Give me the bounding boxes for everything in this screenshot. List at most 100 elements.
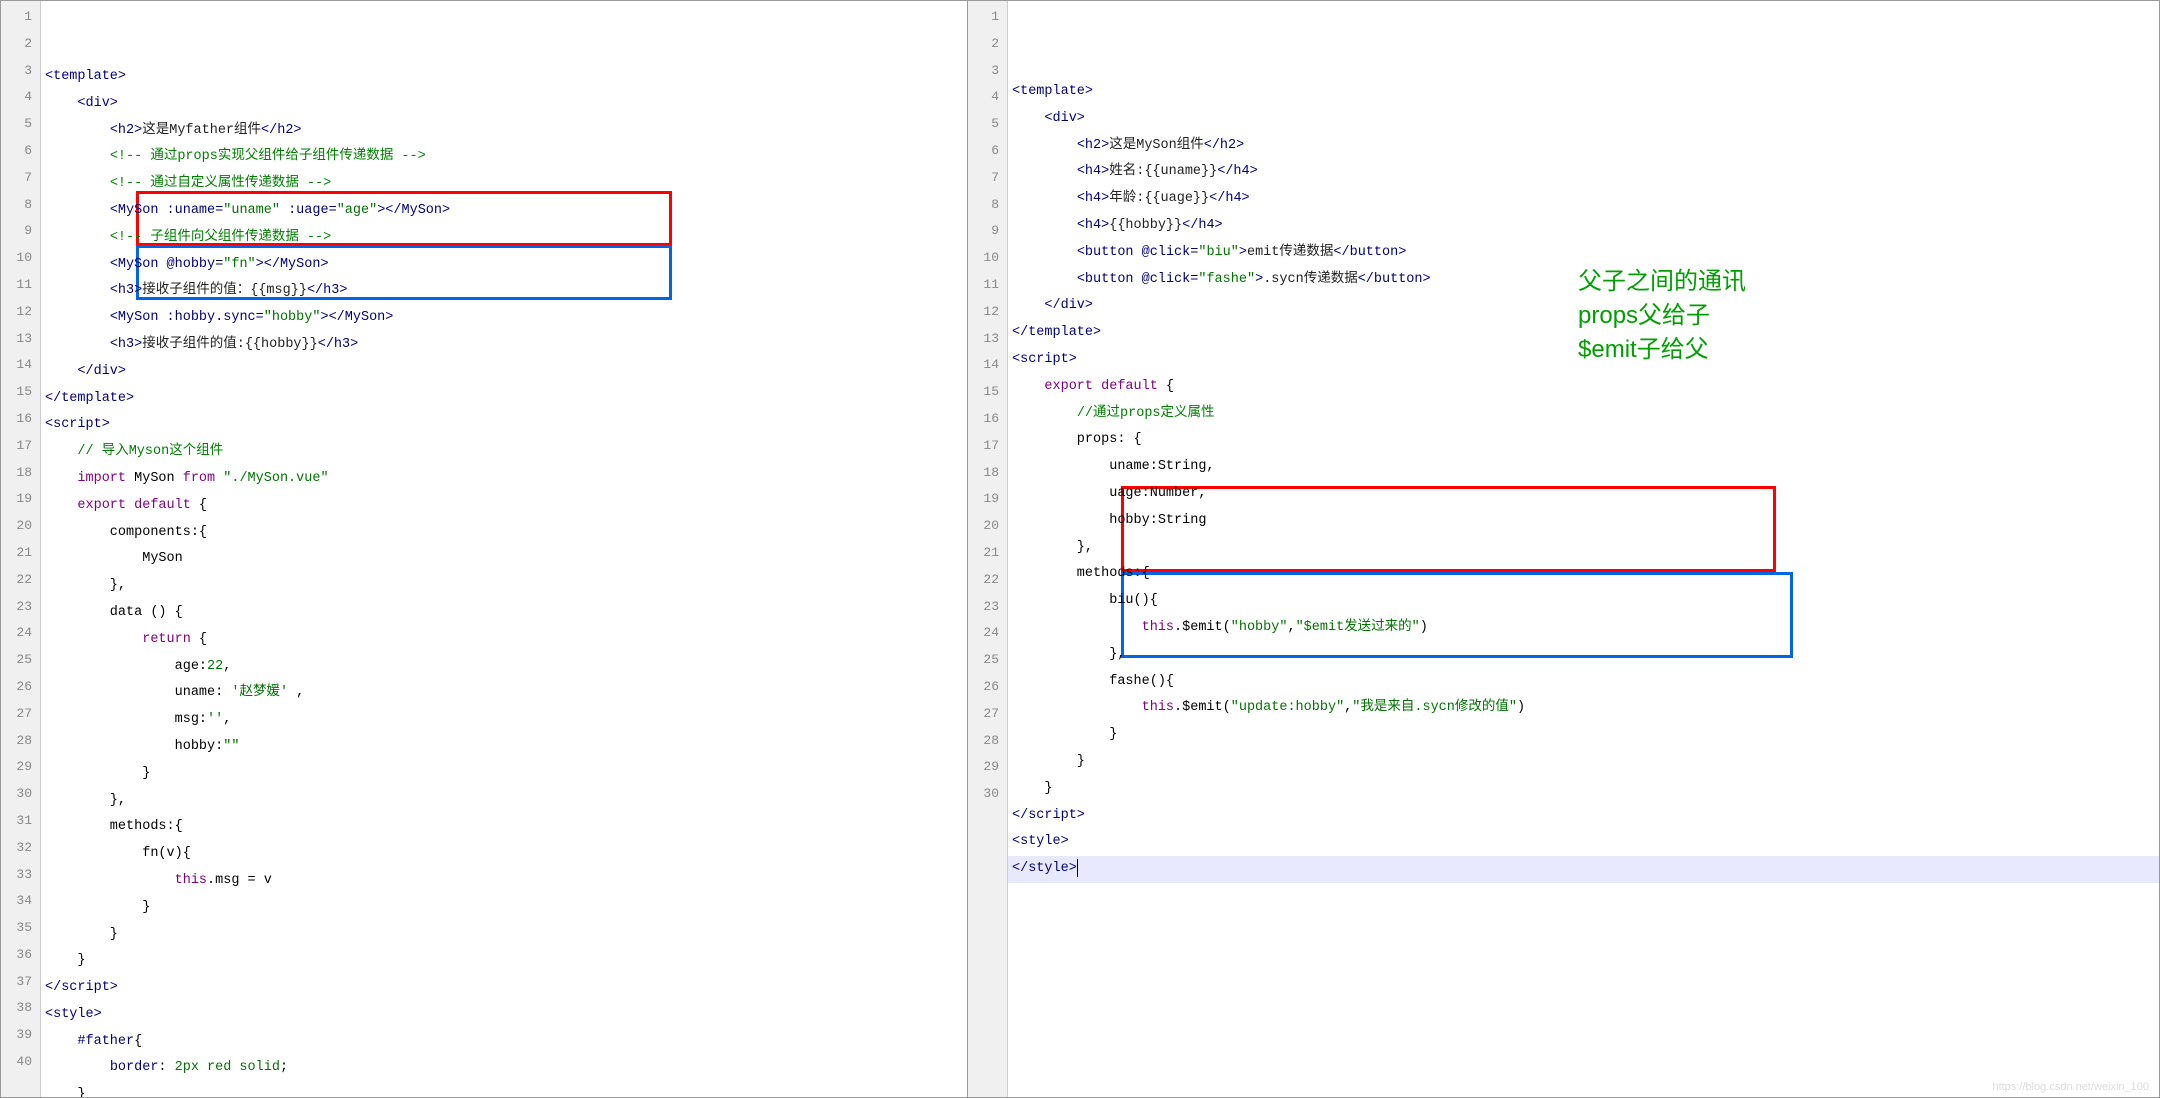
code-line[interactable]: components:{ <box>41 520 967 547</box>
code-line[interactable]: } <box>1008 722 2159 749</box>
code-line[interactable]: } <box>41 948 967 975</box>
line-number: 25 <box>968 647 1007 674</box>
line-number: 21 <box>968 540 1007 567</box>
code-area-right[interactable]: 父子之间的通讯props父给子$emit子给父 <template> <div>… <box>1008 1 2159 1097</box>
code-line[interactable]: } <box>41 895 967 922</box>
code-line[interactable]: fashe(){ <box>1008 669 2159 696</box>
code-line[interactable]: age:22, <box>41 654 967 681</box>
line-number: 30 <box>1 781 40 808</box>
code-line[interactable]: hobby:"" <box>41 734 967 761</box>
line-number: 20 <box>968 513 1007 540</box>
line-number: 7 <box>1 165 40 192</box>
code-line[interactable]: <button @click="biu">emit传递数据</button> <box>1008 240 2159 267</box>
code-line[interactable]: <!-- 通过自定义属性传递数据 --> <box>41 171 967 198</box>
line-number: 23 <box>968 594 1007 621</box>
line-number: 26 <box>968 674 1007 701</box>
code-line[interactable]: } <box>41 761 967 788</box>
line-number: 12 <box>1 299 40 326</box>
code-line[interactable]: <h3>接收子组件的值:{{hobby}}</h3> <box>41 332 967 359</box>
line-number: 26 <box>1 674 40 701</box>
code-line[interactable]: } <box>1008 749 2159 776</box>
code-line[interactable]: <h3>接收子组件的值：{{msg}}</h3> <box>41 278 967 305</box>
code-line[interactable]: this.msg = v <box>41 868 967 895</box>
code-line[interactable]: uage:Number, <box>1008 481 2159 508</box>
line-number: 36 <box>1 942 40 969</box>
code-line[interactable]: }, <box>41 788 967 815</box>
line-number: 22 <box>1 567 40 594</box>
line-number: 1 <box>968 4 1007 31</box>
code-area-left[interactable]: <template> <div> <h2>这是Myfather组件</h2> <… <box>41 1 967 1097</box>
code-line[interactable]: }, <box>1008 535 2159 562</box>
code-line[interactable]: export default { <box>1008 374 2159 401</box>
code-line[interactable]: import MySon from "./MySon.vue" <box>41 466 967 493</box>
code-line[interactable]: </div> <box>1008 293 2159 320</box>
code-line[interactable]: </template> <box>1008 320 2159 347</box>
code-line[interactable]: export default { <box>41 493 967 520</box>
line-number: 15 <box>1 379 40 406</box>
line-number: 27 <box>1 701 40 728</box>
code-line[interactable]: hobby:String <box>1008 508 2159 535</box>
code-line[interactable]: <MySon :uname="uname" :uage="age"></MySo… <box>41 198 967 225</box>
code-line[interactable]: </div> <box>41 359 967 386</box>
line-number: 18 <box>968 460 1007 487</box>
code-line[interactable]: <h4>年龄:{{uage}}</h4> <box>1008 186 2159 213</box>
code-line[interactable]: //通过props定义属性 <box>1008 401 2159 428</box>
code-line[interactable]: // 导入Myson这个组件 <box>41 439 967 466</box>
code-line[interactable]: </script> <box>1008 803 2159 830</box>
code-line[interactable]: <h2>这是Myfather组件</h2> <box>41 118 967 145</box>
code-line[interactable]: return { <box>41 627 967 654</box>
line-number: 21 <box>1 540 40 567</box>
code-line[interactable]: biu(){ <box>1008 588 2159 615</box>
code-line[interactable]: <!-- 通过props实现父组件给子组件传递数据 --> <box>41 144 967 171</box>
line-number: 29 <box>968 754 1007 781</box>
line-gutter-left: 1234567891011121314151617181920212223242… <box>1 1 41 1097</box>
code-line[interactable]: <div> <box>1008 106 2159 133</box>
line-number: 30 <box>968 781 1007 808</box>
code-line[interactable]: <!-- 子组件向父组件传递数据 --> <box>41 225 967 252</box>
line-number: 28 <box>1 728 40 755</box>
code-line[interactable]: <button @click="fashe">.sycn传递数据</button… <box>1008 267 2159 294</box>
code-line[interactable]: }, <box>41 573 967 600</box>
code-line[interactable]: </style> <box>1008 856 2159 883</box>
editor-pane-left: 1234567891011121314151617181920212223242… <box>0 0 967 1098</box>
code-line[interactable]: }, <box>1008 642 2159 669</box>
code-line[interactable]: <MySon :hobby.sync="hobby"></MySon> <box>41 305 967 332</box>
code-line[interactable]: MySon <box>41 546 967 573</box>
code-line[interactable]: } <box>41 922 967 949</box>
line-number: 28 <box>968 728 1007 755</box>
code-line[interactable]: border: 2px red solid; <box>41 1055 967 1082</box>
code-line[interactable]: } <box>41 1082 967 1097</box>
line-number: 22 <box>968 567 1007 594</box>
code-line[interactable]: uname:String, <box>1008 454 2159 481</box>
code-line[interactable]: <div> <box>41 91 967 118</box>
code-line[interactable]: <h2>这是MySon组件</h2> <box>1008 133 2159 160</box>
code-line[interactable]: } <box>1008 776 2159 803</box>
line-number: 5 <box>968 111 1007 138</box>
code-line[interactable]: msg:'', <box>41 707 967 734</box>
code-line[interactable]: <script> <box>1008 347 2159 374</box>
code-line[interactable]: methods:{ <box>1008 561 2159 588</box>
code-line[interactable]: </template> <box>41 386 967 413</box>
code-line[interactable]: <MySon @hobby="fn"></MySon> <box>41 252 967 279</box>
code-line[interactable]: props: { <box>1008 427 2159 454</box>
line-number: 4 <box>968 84 1007 111</box>
code-line[interactable]: <h4>姓名:{{uname}}</h4> <box>1008 159 2159 186</box>
line-number: 29 <box>1 754 40 781</box>
code-line[interactable]: #father{ <box>41 1029 967 1056</box>
code-line[interactable]: this.$emit("hobby","$emit发送过来的") <box>1008 615 2159 642</box>
code-line[interactable]: uname: '赵梦媛' , <box>41 680 967 707</box>
line-number: 13 <box>968 326 1007 353</box>
code-line[interactable]: <style> <box>1008 829 2159 856</box>
line-number: 8 <box>968 192 1007 219</box>
code-line[interactable]: <template> <box>41 64 967 91</box>
line-number: 18 <box>1 460 40 487</box>
code-line[interactable]: this.$emit("update:hobby","我是来自.sycn修改的值… <box>1008 695 2159 722</box>
code-line[interactable]: <style> <box>41 1002 967 1029</box>
code-line[interactable]: <template> <box>1008 79 2159 106</box>
code-line[interactable]: methods:{ <box>41 814 967 841</box>
code-line[interactable]: data () { <box>41 600 967 627</box>
code-line[interactable]: fn(v){ <box>41 841 967 868</box>
code-line[interactable]: <script> <box>41 412 967 439</box>
code-line[interactable]: <h4>{{hobby}}</h4> <box>1008 213 2159 240</box>
code-line[interactable]: </script> <box>41 975 967 1002</box>
